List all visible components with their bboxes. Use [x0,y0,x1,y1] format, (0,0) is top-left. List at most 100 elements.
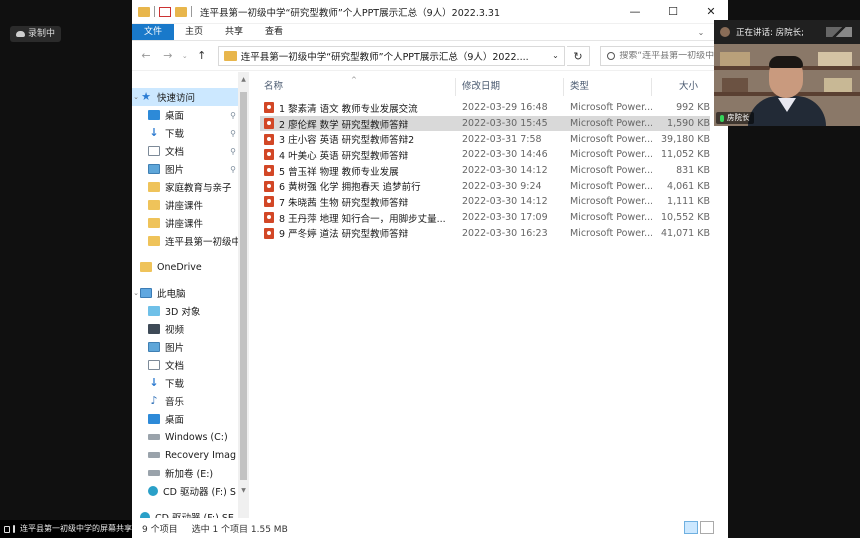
recent-locations-icon[interactable]: ⌄ [180,52,190,60]
speaker-hair [769,56,803,68]
address-bar[interactable]: 连平县第一初级中学“研究型教师”个人PPT展示汇总（9人）2022.... ⌄ [217,45,565,66]
sidebar-item[interactable]: 讲座课件 [132,196,238,214]
scroll-up-icon[interactable]: ▲ [238,76,249,83]
file-date: 2022-03-30 14:12 [462,165,548,177]
file-type: Microsoft Power... [570,212,652,224]
sidebar-item[interactable]: 新加卷 (E:) [132,464,238,482]
folder-icon [223,50,237,61]
chevron-down-icon[interactable]: ⌄ [692,24,710,40]
sidebar-item-cd-drive[interactable]: CD 驱动器 (F:) SE [132,508,238,518]
refresh-icon[interactable]: ↻ [566,45,591,66]
new-folder-icon[interactable] [175,6,187,17]
sidebar-item[interactable]: 视频 [132,320,238,338]
pin-icon[interactable]: ⚲ [230,147,236,156]
pin-icon[interactable]: ⚲ [230,165,236,174]
file-row[interactable]: 1 黎素清 语文 教师专业发展交流 2022-03-29 16:48 Microso… [260,100,710,116]
sidebar-item-quick-access[interactable]: ⌄ ★ 快速访问 [132,88,238,106]
sidebar-item[interactable]: 图片 ⚲ [132,160,238,178]
sidebar-item-label: 图片 [165,165,185,176]
scroll-down-icon[interactable]: ▼ [238,487,249,494]
back-arrow-icon[interactable]: ← [136,49,156,62]
sidebar-item[interactable]: 图片 [132,338,238,356]
sidebar-item[interactable]: ↓ 下载 ⚲ [132,124,238,142]
file-row[interactable]: 8 王丹萍 地理 知行合一，用脚步丈量... 2022-03-30 17:09 Mi… [260,210,710,226]
video-icon [148,324,160,334]
details-view-icon[interactable] [684,521,698,534]
download-icon: ↓ [149,376,159,389]
star-icon: ★ [141,90,151,103]
sidebar-item-this-pc[interactable]: ⌄ 此电脑 [132,284,238,302]
sidebar-item[interactable]: 家庭教育与亲子 [132,178,238,196]
file-row[interactable]: 3 庄小容 英语 研究型教师答辩2 2022-03-31 7:58 Microsof… [260,131,710,147]
powerpoint-file-icon [264,212,274,224]
download-icon: ↓ [149,126,159,139]
file-row[interactable]: 7 朱晓茜 生物 研究型教师答辩 2022-03-30 14:12 Microsof… [260,194,710,210]
sidebar-item[interactable]: Recovery Imag [132,446,238,464]
chevron-down-icon[interactable]: ⌄ [548,51,564,60]
view-buttons [684,521,714,534]
tab-share[interactable]: 共享 [214,24,254,40]
column-date[interactable]: 修改日期 [456,78,564,96]
file-name: 3 庄小容 英语 研究型教师答辩2 [279,135,415,147]
sidebar-item[interactable]: 连平县第一初级中 [132,232,238,250]
file-row[interactable]: 9 严冬婷 道法 研究型教师答辩 2022-03-30 16:23 Microsof… [260,226,710,242]
folder-icon[interactable] [138,6,150,17]
file-row[interactable]: 2 廖伦辉 数学 研究型教师答辩 2022-03-30 15:45 Microsof… [260,115,710,132]
pin-icon[interactable]: ⚲ [230,129,236,138]
file-size: 992 KB [676,102,710,114]
folder-icon [148,236,160,246]
sidebar-item[interactable]: 桌面 [132,410,238,428]
powerpoint-file-icon [264,102,274,114]
file-row[interactable]: 5 曾玉祥 物理 教师专业发展 2022-03-30 14:12 Microsoft… [260,163,710,179]
powerpoint-file-icon [264,180,274,192]
sidebar-item-label: 文档 [165,361,185,372]
pin-icon[interactable]: ⚲ [230,111,236,120]
maximize-button[interactable]: ☐ [656,0,690,24]
sidebar-item[interactable]: 文档 ⚲ [132,142,238,160]
nav-scrollbar[interactable]: ▲ ▼ [238,72,249,518]
sidebar-item[interactable]: 桌面 ⚲ [132,106,238,124]
file-date: 2022-03-30 14:46 [462,149,548,161]
file-name-cell: 7 朱晓茜 生物 研究型教师答辩 [260,195,456,209]
scrollbar-thumb[interactable] [240,92,247,480]
search-input[interactable] [619,50,720,61]
tab-home[interactable]: 主页 [174,24,214,40]
tab-view[interactable]: 查看 [254,24,294,40]
sidebar-item[interactable]: Windows (C:) [132,428,238,446]
tab-file[interactable]: 文件 [132,24,174,40]
onedrive-folder-icon [140,262,152,272]
sidebar-item[interactable]: 讲座课件 [132,214,238,232]
sidebar-item[interactable]: 3D 对象 [132,302,238,320]
powerpoint-file-icon [264,227,274,239]
file-row[interactable]: 6 黄树强 化学 拥抱春天 追梦前行 2022-03-30 9:24 Microso… [260,178,710,194]
file-name-cell: 9 严冬婷 道法 研究型教师答辩 [260,226,456,240]
large-icons-view-icon[interactable] [700,521,714,534]
file-row[interactable]: 4 叶美心 英语 研究型教师答辩 2022-03-30 14:46 Microsof… [260,147,710,163]
up-arrow-icon[interactable]: ↑ [192,49,212,62]
chevron-down-icon[interactable]: ⌄ [132,289,140,297]
speaker-video[interactable]: 房院长 [714,44,860,126]
column-size[interactable]: 大小 [652,78,712,96]
speaker-name: 房院长 [727,113,750,122]
computer-icon [140,288,152,298]
properties-icon[interactable] [159,6,171,17]
search-box[interactable] [600,45,724,66]
sidebar-item-label: 下载 [165,379,185,390]
sidebar-item[interactable]: 文档 [132,356,238,374]
column-name[interactable]: 名称 [260,78,456,96]
forward-arrow-icon[interactable]: → [158,49,178,62]
sort-ascending-icon: ^ [351,76,357,84]
sidebar-item[interactable]: ↓ 下载 [132,374,238,392]
recording-badge: 录制中 [10,26,62,42]
minimize-button[interactable]: — [618,0,652,24]
file-name: 7 朱晓茜 生物 研究型教师答辩 [279,197,409,209]
divider [154,6,155,17]
file-type: Microsoft Power... [570,180,652,192]
sidebar-item-onedrive[interactable]: OneDrive [132,258,238,276]
column-type[interactable]: 类型 [564,78,652,96]
sidebar-item[interactable]: ♪ 音乐 [132,392,238,410]
navigation-list: ⌄ ★ 快速访问 桌面 ⚲ ↓ 下载 ⚲ 文档 ⚲ 图片 ⚲ 家庭教育与亲子 讲座课件 讲座课件 连平县… [132,88,238,518]
chevron-down-icon[interactable]: ⌄ [132,93,140,101]
sidebar-item[interactable]: CD 驱动器 (F:) S [132,482,238,500]
